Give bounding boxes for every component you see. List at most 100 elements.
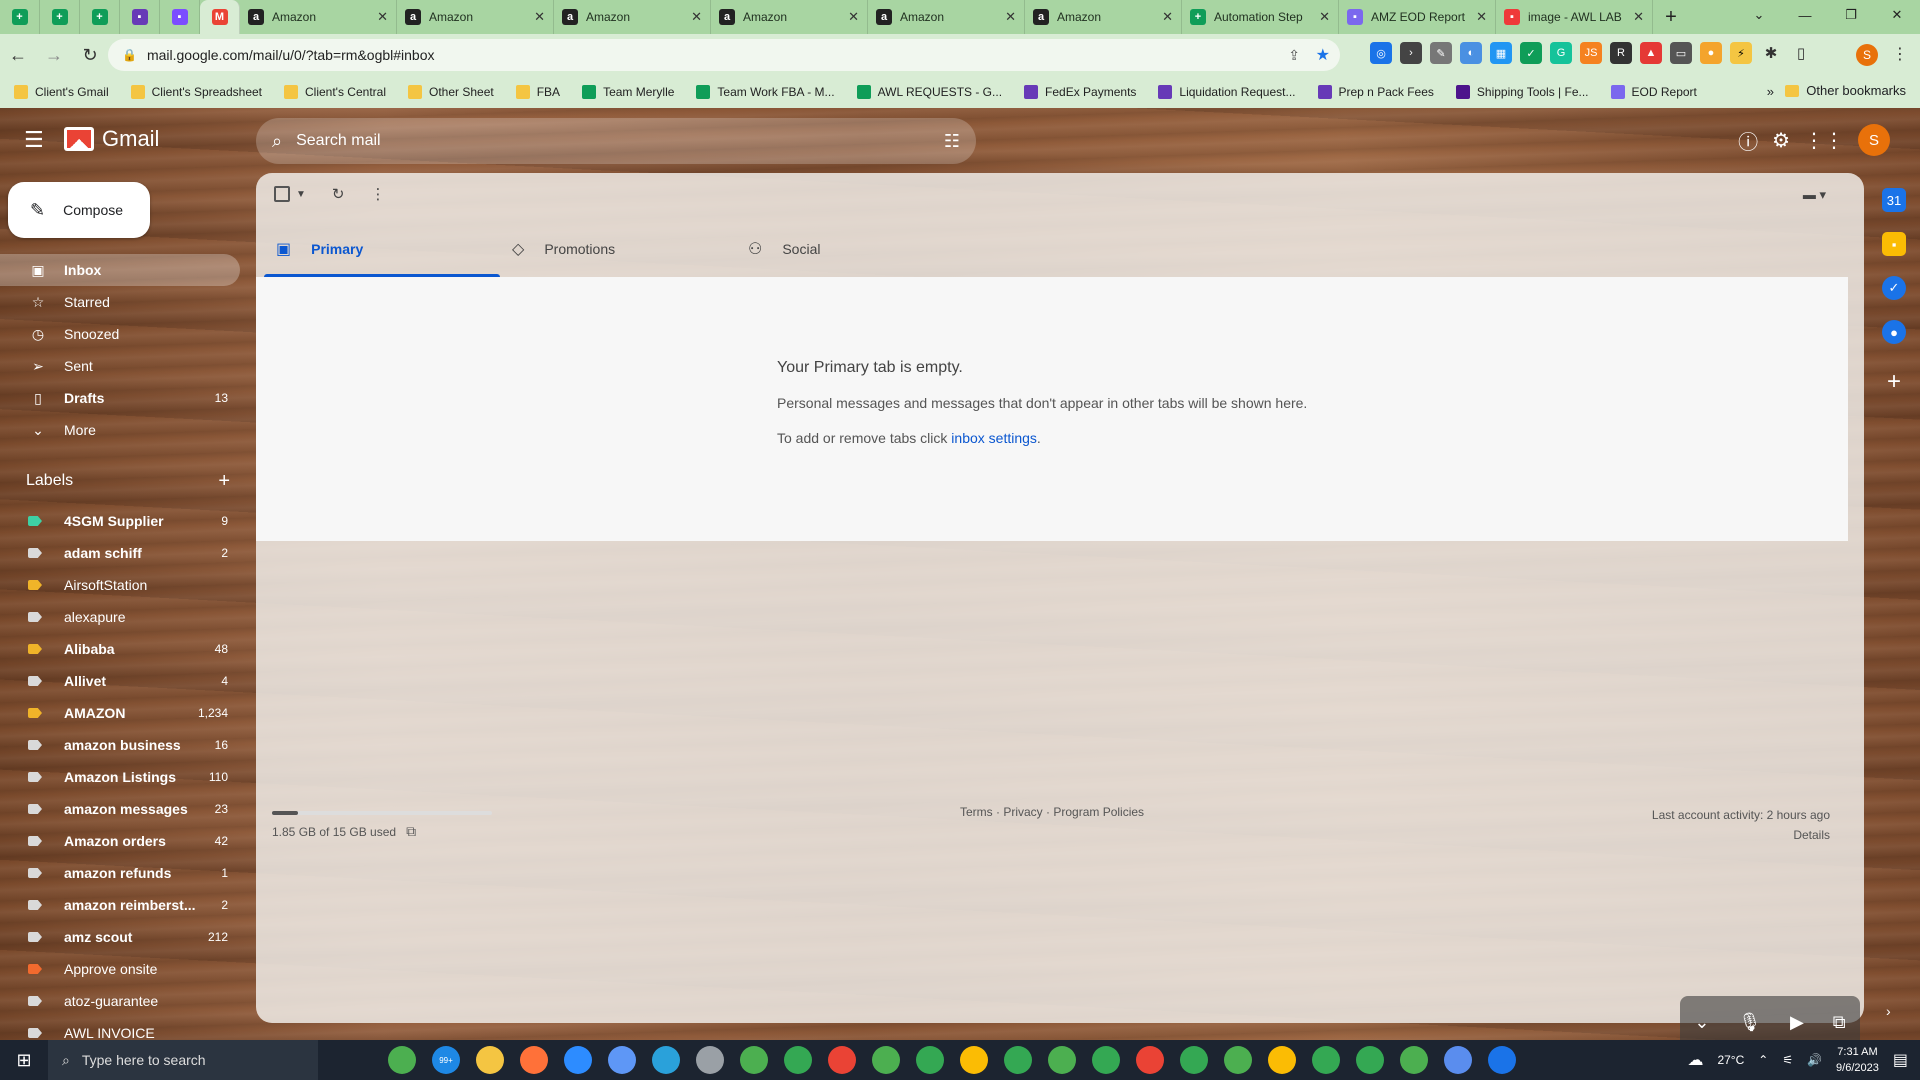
minimize-button[interactable]: — [1782,0,1828,30]
extension-icon[interactable]: ▲ [1640,42,1662,64]
bookmark-item[interactable]: FedEx Payments [1024,85,1136,99]
nav-item-drafts[interactable]: ▯ Drafts 13 [0,382,240,414]
browser-tab[interactable]: + [80,0,120,34]
camera-off-icon[interactable]: ▶ [1790,1012,1804,1033]
taskbar-app-icon[interactable] [1444,1046,1472,1074]
label-item[interactable]: amazon refunds 1 [0,857,240,889]
back-button[interactable]: ← [0,37,36,73]
taskbar-app-icon[interactable] [1268,1046,1296,1074]
collapse-icon[interactable]: ⌄ [1694,1012,1709,1033]
settings-icon[interactable]: ⚙ [1772,128,1790,153]
side-panel-icon[interactable]: ▯ [1790,42,1812,64]
taskbar-app-icon[interactable] [828,1046,856,1074]
nav-item-sent[interactable]: ➢ Sent [0,350,240,382]
label-item[interactable]: alexapure [0,601,240,633]
apps-grid-icon[interactable]: ⋮⋮ [1804,128,1844,153]
nav-item-snoozed[interactable]: ◷ Snoozed [0,318,240,350]
close-tab-icon[interactable]: ✕ [377,9,388,25]
browser-tab[interactable]: a Amazon ✕ [711,0,868,34]
taskbar-app-icon[interactable] [1180,1046,1208,1074]
activity-details-link[interactable]: Details [1793,828,1830,842]
open-external-icon[interactable]: ⧉ [406,823,416,840]
browser-tab[interactable]: ▪ AMZ EOD Report ✕ [1339,0,1496,34]
close-tab-icon[interactable]: ✕ [1005,9,1016,25]
browser-tab[interactable]: a Amazon ✕ [240,0,397,34]
extension-icon[interactable]: ✎ [1430,42,1452,64]
calendar-icon[interactable]: 31 [1882,188,1906,212]
browser-profile-avatar[interactable]: S [1856,44,1878,66]
bookmark-item[interactable]: Team Work FBA - M... [696,85,835,99]
other-bookmarks[interactable]: Other bookmarks [1785,83,1906,98]
contacts-icon[interactable]: ● [1882,320,1906,344]
label-item[interactable]: Amazon Listings 110 [0,761,240,793]
taskbar-app-icon[interactable] [1004,1046,1032,1074]
add-label-icon[interactable]: + [218,471,230,491]
taskbar-app-icon[interactable] [652,1046,680,1074]
reload-button[interactable]: ↻ [72,37,108,73]
label-item[interactable]: Amazon orders 42 [0,825,240,857]
browser-menu-icon[interactable]: ⋮ [1892,44,1908,64]
tab-promotions[interactable]: ◇ Promotions [500,221,736,277]
bookmark-item[interactable]: Shipping Tools | Fe... [1455,85,1589,99]
nav-item-starred[interactable]: ☆ Starred [0,286,240,318]
browser-tab[interactable]: ▪ [160,0,200,34]
browser-tab[interactable]: a Amazon ✕ [868,0,1025,34]
browser-tab[interactable]: a Amazon ✕ [1025,0,1182,34]
forward-button[interactable]: → [36,37,72,73]
tasks-icon[interactable]: ✓ [1882,276,1906,300]
close-tab-icon[interactable]: ✕ [1319,9,1330,25]
keep-icon[interactable]: ▪ [1882,232,1906,256]
input-tools-icon[interactable]: ▬ ▾ [1803,187,1826,203]
inbox-settings-link[interactable]: inbox settings [951,430,1037,446]
taskbar-app-icon[interactable] [476,1046,504,1074]
windows-start-icon[interactable]: ⊞ [0,1040,48,1080]
extension-icon[interactable]: › [1400,42,1422,64]
get-addons-icon[interactable]: + [1868,368,1920,396]
extension-icon[interactable]: ⚡ [1730,42,1752,64]
taskbar-app-icon[interactable] [784,1046,812,1074]
bookmark-item[interactable]: Prep n Pack Fees [1317,85,1434,99]
label-item[interactable]: amz scout 212 [0,921,240,953]
search-box[interactable]: ⌕ Search mail ☷ [256,118,976,164]
extension-icon[interactable]: ▭ [1670,42,1692,64]
bookmark-item[interactable]: Liquidation Request... [1158,85,1296,99]
bookmark-item[interactable]: Client's Gmail [14,85,109,99]
bookmark-item[interactable]: EOD Report [1610,85,1697,99]
bookmark-item[interactable]: Team Merylle [582,85,674,99]
browser-tab[interactable]: + [40,0,80,34]
taskbar-app-icon[interactable]: 99+ [432,1046,460,1074]
search-options-icon[interactable]: ☷ [944,131,960,152]
privacy-link[interactable]: Privacy [1003,805,1042,819]
main-menu-icon[interactable]: ☰ [24,128,48,152]
bookmark-star-icon[interactable]: ★ [1316,45,1330,65]
taskbar-app-icon[interactable] [388,1046,416,1074]
taskbar-app-icon[interactable] [1488,1046,1516,1074]
weather-icon[interactable]: ☁ [1687,1050,1703,1070]
label-item[interactable]: amazon messages 23 [0,793,240,825]
browser-tab[interactable]: + [0,0,40,34]
search-icon[interactable]: ⌕ [272,131,282,152]
taskbar-app-icon[interactable] [564,1046,592,1074]
program-policies-link[interactable]: Program Policies [1053,805,1144,819]
label-item[interactable]: Allivet 4 [0,665,240,697]
close-tab-icon[interactable]: ✕ [1162,9,1173,25]
nav-item-more[interactable]: ⌄ More [0,414,240,446]
extension-icon[interactable]: ✓ [1520,42,1542,64]
extension-icon[interactable]: JS [1580,42,1602,64]
label-item[interactable]: atoz-guarantee [0,985,240,1017]
expand-side-panel-icon[interactable]: › [1886,1003,1891,1019]
taskbar-app-icon[interactable] [696,1046,724,1074]
new-tab-button[interactable]: + [1653,0,1689,34]
close-window-button[interactable]: ✕ [1874,0,1920,30]
tab-social[interactable]: ⚇ Social [736,221,972,277]
taskbar-search[interactable]: ⌕ Type here to search [48,1040,318,1080]
bookmark-item[interactable]: Client's Central [284,85,386,99]
taskbar-app-icon[interactable] [1400,1046,1428,1074]
browser-tab[interactable]: ▪ [120,0,160,34]
notifications-icon[interactable]: ▤ [1893,1050,1908,1070]
tab-primary[interactable]: ▣ Primary [264,221,500,277]
label-item[interactable]: Approve onsite [0,953,240,985]
taskbar-search-input[interactable]: Type here to search [82,1052,206,1068]
bookmark-item[interactable]: Client's Spreadsheet [130,85,262,99]
taskbar-app-icon[interactable] [1048,1046,1076,1074]
